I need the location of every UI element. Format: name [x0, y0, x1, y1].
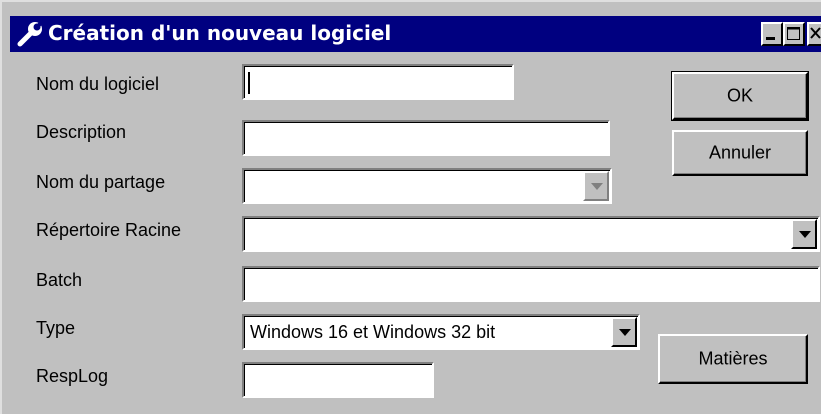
cancel-button-label: Annuler — [708, 142, 772, 163]
chevron-down-icon — [799, 231, 811, 238]
chevron-down-icon — [619, 329, 631, 336]
label-nom-du-partage: Nom du partage — [36, 172, 166, 192]
nom-du-partage-dropdown-button[interactable] — [583, 171, 609, 201]
minimize-icon — [766, 37, 775, 40]
chevron-down-icon — [591, 183, 603, 190]
label-repertoire-racine: Répertoire Racine — [36, 220, 182, 240]
close-button[interactable] — [807, 22, 821, 46]
matieres-button[interactable]: Matières — [658, 334, 808, 384]
cancel-button[interactable]: Annuler — [672, 130, 808, 176]
window-title: Création d'un nouveau logiciel — [48, 21, 392, 45]
nom-du-logiciel-input[interactable] — [248, 71, 508, 95]
batch-input[interactable] — [248, 273, 814, 297]
title-bar[interactable]: Création d'un nouveau logiciel — [10, 16, 821, 52]
minimize-button[interactable] — [761, 22, 783, 46]
ok-button-label: OK — [726, 85, 753, 106]
nom-du-partage-combo[interactable] — [242, 168, 612, 204]
label-batch: Batch — [36, 270, 83, 290]
label-description: Description — [36, 122, 127, 142]
dialog-window: Création d'un nouveau logiciel Nom du lo… — [0, 0, 821, 414]
resplog-field[interactable] — [242, 362, 434, 398]
batch-field[interactable] — [242, 266, 820, 302]
description-field[interactable] — [242, 120, 610, 156]
description-input[interactable] — [248, 127, 604, 151]
type-dropdown-button[interactable] — [611, 317, 637, 347]
nom-du-logiciel-field[interactable] — [242, 64, 514, 100]
label-type: Type — [36, 318, 76, 338]
type-value: Windows 16 et Windows 32 bit — [250, 322, 496, 342]
maximize-button[interactable] — [783, 22, 805, 46]
label-nom-du-logiciel: Nom du logiciel — [36, 74, 160, 94]
type-combo[interactable]: Windows 16 et Windows 32 bit — [242, 314, 640, 350]
repertoire-racine-combo[interactable] — [242, 216, 820, 252]
resplog-input[interactable] — [248, 369, 428, 393]
close-icon — [810, 27, 821, 39]
ok-button[interactable]: OK — [671, 71, 809, 121]
label-resplog: RespLog — [36, 366, 109, 386]
matieres-button-label: Matières — [698, 348, 768, 369]
maximize-icon — [787, 27, 800, 40]
repertoire-racine-dropdown-button[interactable] — [791, 219, 817, 249]
wrench-icon — [16, 18, 46, 48]
